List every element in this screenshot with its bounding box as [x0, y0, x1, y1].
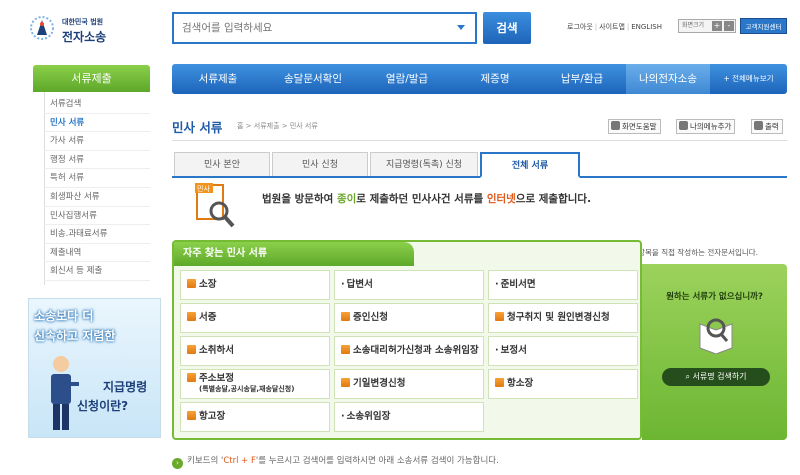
page-title: 민사 서류	[172, 120, 223, 135]
e-document-icon	[187, 312, 196, 321]
e-document-icon	[187, 411, 196, 420]
frequent-document-link[interactable]: 소장	[180, 270, 330, 300]
frequent-document-link[interactable]: 항소장	[488, 369, 638, 399]
left-menu: 서류검색 민사 서류 가사 서류 행정 서류 특허 서류 회생파산 서류 민사집행서류 비송.…	[44, 95, 150, 281]
add-my-menu-button[interactable]: 나의메뉴추가	[676, 119, 736, 134]
document-search-panel: 원하는 서류가 없으십니까? ⌕ 서류명 검색하기	[642, 264, 787, 440]
frequent-document-link[interactable]: · 보정서	[488, 336, 638, 366]
utility-links: 로그아웃 | 사이트맵 | ENGLISH	[567, 23, 663, 31]
court-emblem-icon	[30, 16, 54, 40]
info-icon	[611, 121, 620, 130]
e-document-icon	[341, 312, 350, 321]
title-divider	[172, 140, 787, 141]
e-document-icon	[341, 345, 350, 354]
frequent-document-link[interactable]: 증인신청	[334, 303, 484, 333]
document-tabs: 민사 본안 민사 신청 지급명령(독촉) 신청 전체 서류	[172, 152, 787, 178]
e-document-icon	[495, 378, 504, 387]
frequent-document-link[interactable]: 소취하서	[180, 336, 330, 366]
keyboard-search-tip: › 키보드의 'Ctrl + F'를 누르시고 검색어를 입력하시면 아래 소송서…	[172, 454, 499, 469]
printer-icon	[754, 121, 763, 130]
frequent-document-link[interactable]: 기일변경신청	[334, 369, 484, 399]
nav-item[interactable]: 송달문서확인	[264, 64, 362, 94]
payment-order-banner[interactable]: 소송보다 더 신속하고 저렴한 지급명령 신청이란?	[28, 298, 161, 438]
doc-icon-label: 민사	[197, 184, 210, 193]
left-menu-item[interactable]: 제출내역	[44, 244, 150, 263]
e-document-icon	[187, 373, 196, 382]
book-magnifier-icon	[699, 318, 733, 354]
font-minus-button[interactable]: -	[724, 21, 734, 31]
nav-item[interactable]: 제증명	[452, 64, 538, 94]
left-menu-item[interactable]: 가사 서류	[44, 132, 150, 151]
frequent-document-link[interactable]: 소송대리허가신청과 소송위임장	[334, 336, 484, 366]
search-input[interactable]	[174, 14, 444, 42]
court-logo[interactable]: 대한민국 법원 전자소송	[28, 12, 138, 46]
frequent-documents-panel: 자주 찾는 민사 서류 소장 · 답변서 · 준비서면서증 증인신청 청구취지 및 원인변경…	[172, 240, 642, 440]
e-document-icon	[187, 279, 196, 288]
banner-line-4: 신청이란?	[77, 399, 129, 413]
intro-text: 법원을 방문하여 종이로 제출하던 민사사건 서류를 인터넷으로 제출합니다.	[262, 193, 592, 205]
document-tab[interactable]: 민사 신청	[272, 152, 368, 176]
left-menu-item[interactable]: 회신서 등 제출	[44, 262, 150, 281]
document-tab[interactable]: 지급명령(독촉) 신청	[370, 152, 478, 176]
e-document-icon	[495, 312, 504, 321]
logo-title: 전자소송	[62, 30, 107, 44]
left-menu-item[interactable]: 회생파산 서류	[44, 188, 150, 207]
nav-item[interactable]: 서류제출	[172, 64, 264, 94]
document-name-search-button[interactable]: ⌕ 서류명 검색하기	[662, 368, 770, 386]
help-button[interactable]: 화면도움말	[608, 119, 661, 134]
left-menu-item[interactable]: 행정 서류	[44, 151, 150, 170]
document-tab[interactable]: 전체 서류	[480, 152, 580, 178]
font-plus-button[interactable]: +	[712, 21, 722, 31]
logo-subtitle: 대한민국 법원	[62, 18, 104, 26]
left-menu-item[interactable]: 비송.과태료서류	[44, 225, 150, 244]
main-nav: 서류제출 송달문서확인 열람/발급 제증명 납부/환급 나의전자소송 + 전체메뉴보기	[172, 64, 787, 94]
english-link[interactable]: ENGLISH	[631, 23, 662, 31]
frequent-document-link[interactable]: · 답변서	[334, 270, 484, 300]
left-menu-item[interactable]: 서류검색	[44, 95, 150, 114]
nav-item[interactable]: 열람/발급	[362, 64, 452, 94]
frequent-document-link[interactable]: 청구취지 및 원인변경신청	[488, 303, 638, 333]
left-menu-title: 서류제출	[33, 65, 150, 92]
frequent-document-link[interactable]: · 준비서면	[488, 270, 638, 300]
banner-line-1: 소송보다 더	[34, 309, 94, 323]
search-button[interactable]: 검색	[483, 12, 531, 44]
left-menu-item[interactable]: 특허 서류	[44, 169, 150, 188]
frequent-document-link[interactable]: 항고장	[180, 402, 330, 432]
left-menu-item[interactable]: 민사집행서류	[44, 207, 150, 226]
print-button[interactable]: 출력	[751, 119, 783, 134]
support-center-button[interactable]: 고객지원센터	[740, 18, 787, 34]
logout-link[interactable]: 로그아웃	[567, 23, 593, 31]
frequent-document-link[interactable]: 주소보정 (특별송달,공시송달,재송달신청)	[180, 369, 330, 399]
all-menu-button[interactable]: + 전체메뉴보기	[710, 64, 787, 94]
frequent-document-link[interactable]: · 소송위임장	[334, 402, 484, 432]
font-size-control: 화면크기 + -	[678, 19, 736, 33]
arrow-circle-icon: ›	[172, 458, 183, 469]
breadcrumb: 홈 > 서류제출 > 민사 서류	[237, 122, 318, 130]
missing-document-question: 원하는 서류가 없으십니까?	[666, 292, 763, 302]
nav-item[interactable]: 납부/환급	[538, 64, 626, 94]
businessman-illustration-icon	[51, 356, 79, 430]
banner-line-3: 지급명령	[103, 380, 148, 394]
sitemap-link[interactable]: 사이트맵	[599, 23, 625, 31]
document-tab[interactable]: 민사 본안	[174, 152, 270, 176]
frequent-document-link[interactable]: 서증	[180, 303, 330, 333]
banner-line-2: 신속하고 저렴한	[34, 329, 116, 343]
e-document-icon	[187, 345, 196, 354]
e-document-icon	[341, 378, 350, 387]
chevron-down-icon[interactable]	[457, 25, 465, 30]
left-menu-item[interactable]: 민사 서류	[44, 114, 150, 133]
search-box	[172, 12, 477, 44]
document-magnifier-icon: 민사	[195, 183, 235, 228]
frequent-documents-title: 자주 찾는 민사 서류	[174, 242, 414, 266]
font-size-label: 화면크기	[682, 22, 705, 29]
folder-icon	[679, 121, 688, 130]
nav-item[interactable]: 나의전자소송	[626, 64, 710, 94]
